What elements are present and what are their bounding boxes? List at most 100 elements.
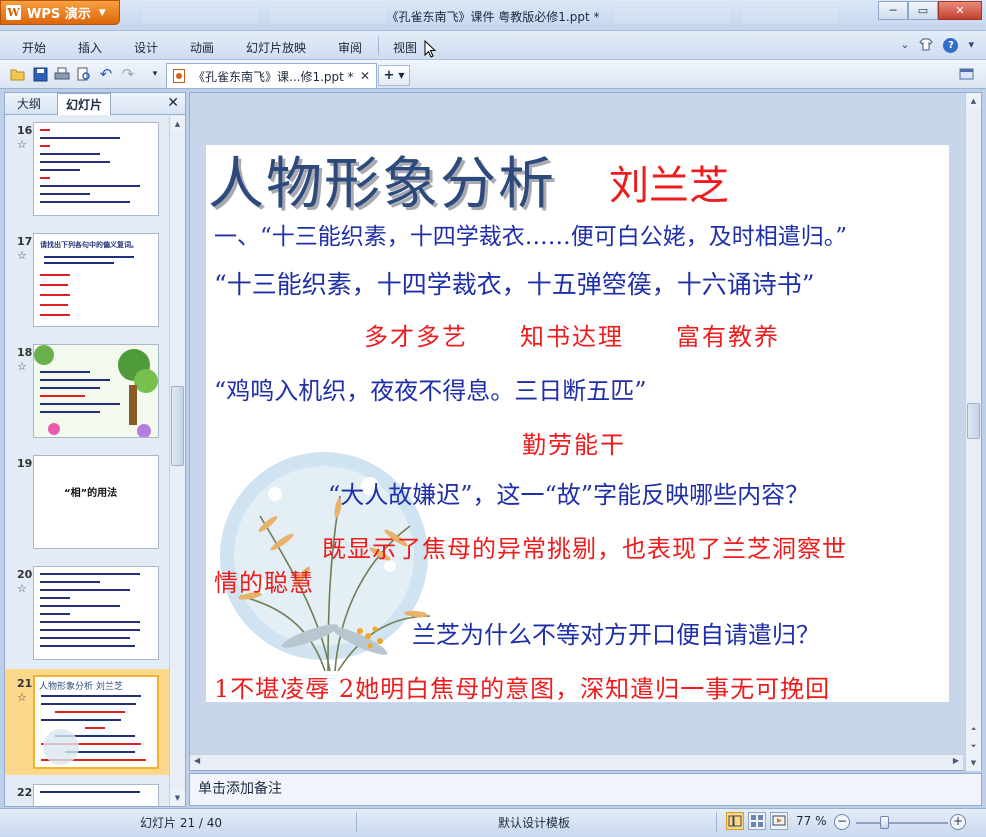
menu-design[interactable]: 设计 — [134, 39, 158, 56]
editor-horizontal-scrollbar[interactable]: ◀ ▶ — [190, 754, 963, 770]
previous-slide-icon[interactable]: ⏶ — [966, 721, 981, 737]
slide-text-line: “鸡鸣入机织，夜夜不得息。三日断五匹” — [214, 377, 647, 405]
close-button[interactable]: ✕ — [938, 1, 982, 20]
scrollbar-thumb[interactable] — [171, 386, 184, 466]
plus-icon: + — [383, 68, 395, 83]
zoom-in-button[interactable]: + — [950, 814, 966, 830]
menu-home[interactable]: 开始 — [22, 39, 46, 56]
menu-insert[interactable]: 插入 — [78, 39, 102, 56]
scroll-up-icon[interactable]: ▲ — [170, 116, 185, 132]
scroll-left-icon[interactable]: ◀ — [194, 756, 200, 765]
window-layout-icon[interactable] — [958, 66, 974, 82]
slide-number: 16 — [17, 124, 33, 137]
open-folder-icon[interactable] — [10, 66, 26, 82]
design-template-label: 默认设计模板 — [498, 816, 571, 830]
save-icon[interactable] — [32, 66, 48, 82]
animation-star-icon: ☆ — [17, 691, 27, 704]
slide-subtitle-name: 刘兰芝 — [609, 163, 729, 209]
zoom-level: 77 % — [796, 814, 827, 828]
slide-number: 17 — [17, 235, 33, 248]
thumbnail-scrollbar[interactable]: ▲ ▼ — [169, 116, 185, 806]
scrollbar-thumb[interactable] — [967, 403, 980, 439]
restore-button[interactable]: ▭ — [908, 1, 938, 20]
print-preview-icon[interactable] — [76, 66, 92, 82]
slide-thumbnail-21[interactable]: 21 ☆ 人物形象分析 刘兰芝 — [5, 669, 169, 775]
collapse-ribbon-icon[interactable]: ⌄ — [900, 38, 909, 54]
slide-text-line: 既显示了焦母的异常挑剔，也表现了兰芝洞察世 — [322, 535, 847, 563]
slide-number: 20 — [17, 568, 33, 581]
skin-icon[interactable] — [919, 38, 934, 54]
next-slide-icon[interactable]: ⏷ — [966, 738, 981, 754]
editor-vertical-scrollbar[interactable]: ▲ ⏶ ⏷ ▼ — [965, 93, 981, 771]
slide-title: 人物形象分析 — [208, 152, 556, 217]
slide-thumbnail-list: 16 ☆ 17 ☆ 请找出下列各句中的偏义复词。 18 ☆ 19 “相”的用法 … — [5, 116, 169, 806]
slide-text-line: “大人故嫌迟”，这一“故”字能反映哪些内容？ — [328, 481, 810, 509]
slide-text-line: 多才多艺 知书达理 富有教养 — [364, 323, 780, 351]
slide-number: 21 — [17, 677, 33, 690]
scroll-down-icon[interactable]: ▼ — [966, 755, 981, 771]
close-tab-button[interactable]: ✕ — [360, 69, 370, 83]
slide-editor: 人物形象分析 刘兰芝 一、“十三能织素，十四学裁衣……便可白公姥，及时相遣归。”… — [189, 92, 982, 771]
document-tab-label: 《孔雀东南飞》课...修1.ppt * — [193, 69, 354, 84]
slide-sorter-view-button[interactable] — [748, 812, 766, 830]
slide-text-line: “十三能织素，十四学裁衣，十五弹箜篌，十六诵诗书” — [214, 270, 815, 299]
zoom-slider-handle[interactable] — [880, 816, 889, 829]
panel-tabs: 大纲 幻灯片 ✕ — [5, 93, 185, 115]
menu-review[interactable]: 审阅 — [338, 39, 362, 56]
menu-bar: 开始 插入 设计 动画 幻灯片放映 审阅 视图 ⌄ ? ▾ — [0, 31, 986, 60]
slide-preview: “相”的用法 — [33, 455, 159, 549]
slide-preview — [33, 566, 159, 660]
slide-thumbnail-17[interactable]: 17 ☆ 请找出下列各句中的偏义复词。 — [5, 227, 169, 327]
chevron-down-icon: ▼ — [398, 71, 405, 80]
slide-text-line: 兰芝为什么不等对方开口便自请遣归？ — [412, 621, 820, 649]
slide-text-line: 1不堪凌辱 2她明白焦母的意图，深知遣归一事无可挽回 — [214, 675, 831, 702]
menu-animation[interactable]: 动画 — [190, 39, 214, 56]
help-dropdown-icon[interactable]: ▾ — [968, 38, 974, 54]
mouse-cursor-icon — [424, 40, 436, 58]
redo-icon[interactable]: ↷ — [120, 65, 136, 83]
slide-text-line: 一、“十三能织素，十四学裁衣……便可白公姥，及时相遣归。” — [214, 224, 848, 250]
menu-slideshow[interactable]: 幻灯片放映 — [246, 39, 306, 56]
slide-number: 19 — [17, 457, 33, 470]
undo-icon[interactable]: ↶ — [98, 65, 114, 83]
thumbnail-title: “相”的用法 — [64, 488, 118, 499]
menu-view[interactable]: 视图 — [393, 39, 417, 56]
slide-preview: 请找出下列各句中的偏义复词。 — [33, 233, 159, 327]
slide-thumbnail-16[interactable]: 16 ☆ — [5, 116, 169, 216]
zoom-out-button[interactable]: − — [834, 814, 850, 830]
title-bar: W WPS 演示 ▼ 《孔雀东南飞》课件 粤教版必修1.ppt * ─ ▭ ✕ — [0, 0, 986, 31]
status-bar: 幻灯片 21 / 40 默认设计模板 77 % − + — [0, 808, 986, 837]
notes-pane[interactable]: 单击添加备注 — [189, 773, 982, 806]
tab-slides[interactable]: 幻灯片 — [57, 93, 112, 115]
customize-dropdown-icon[interactable]: ▾ — [147, 66, 163, 82]
new-tab-button[interactable]: + ▼ — [378, 65, 410, 86]
current-slide[interactable]: 人物形象分析 刘兰芝 一、“十三能织素，十四学裁衣……便可白公姥，及时相遣归。”… — [206, 145, 949, 702]
slide-thumbnail-18[interactable]: 18 ☆ — [5, 338, 169, 438]
document-tab[interactable]: 《孔雀东南飞》课...修1.ppt * ✕ — [166, 63, 377, 88]
slide-thumbnail-19[interactable]: 19 “相”的用法 — [5, 449, 169, 549]
close-panel-button[interactable]: ✕ — [167, 95, 179, 111]
tab-outline[interactable]: 大纲 — [9, 93, 49, 115]
minimize-button[interactable]: ─ — [878, 1, 908, 20]
normal-view-button[interactable] — [726, 812, 744, 830]
animation-star-icon: ☆ — [17, 582, 27, 595]
animation-star-icon: ☆ — [17, 138, 27, 151]
scroll-right-icon[interactable]: ▶ — [953, 756, 959, 765]
scroll-down-icon[interactable]: ▼ — [170, 790, 185, 806]
quick-access-toolbar: ↶ ↷ ▾ 《孔雀东南飞》课...修1.ppt * ✕ + ▼ — [0, 60, 986, 89]
scroll-up-icon[interactable]: ▲ — [966, 93, 981, 109]
slide-preview — [33, 784, 159, 806]
wps-presentation-window: W WPS 演示 ▼ 《孔雀东南飞》课件 粤教版必修1.ppt * ─ ▭ ✕ … — [0, 0, 986, 837]
window-title: 《孔雀东南飞》课件 粤教版必修1.ppt * — [386, 10, 600, 24]
slideshow-view-button[interactable] — [770, 812, 788, 830]
window-controls: ─ ▭ ✕ — [878, 1, 982, 20]
menu-right-controls: ⌄ ? ▾ — [900, 38, 974, 54]
slide-text-line: 勤劳能干 — [522, 431, 626, 459]
animation-star-icon: ☆ — [17, 249, 27, 262]
zoom-slider-track[interactable] — [856, 822, 948, 824]
help-button[interactable]: ? — [943, 38, 959, 53]
slide-thumbnail-22[interactable]: 22 — [5, 778, 169, 806]
slide-number: 22 — [17, 786, 33, 799]
slide-thumbnail-20[interactable]: 20 ☆ — [5, 560, 169, 660]
print-icon[interactable] — [54, 66, 70, 82]
